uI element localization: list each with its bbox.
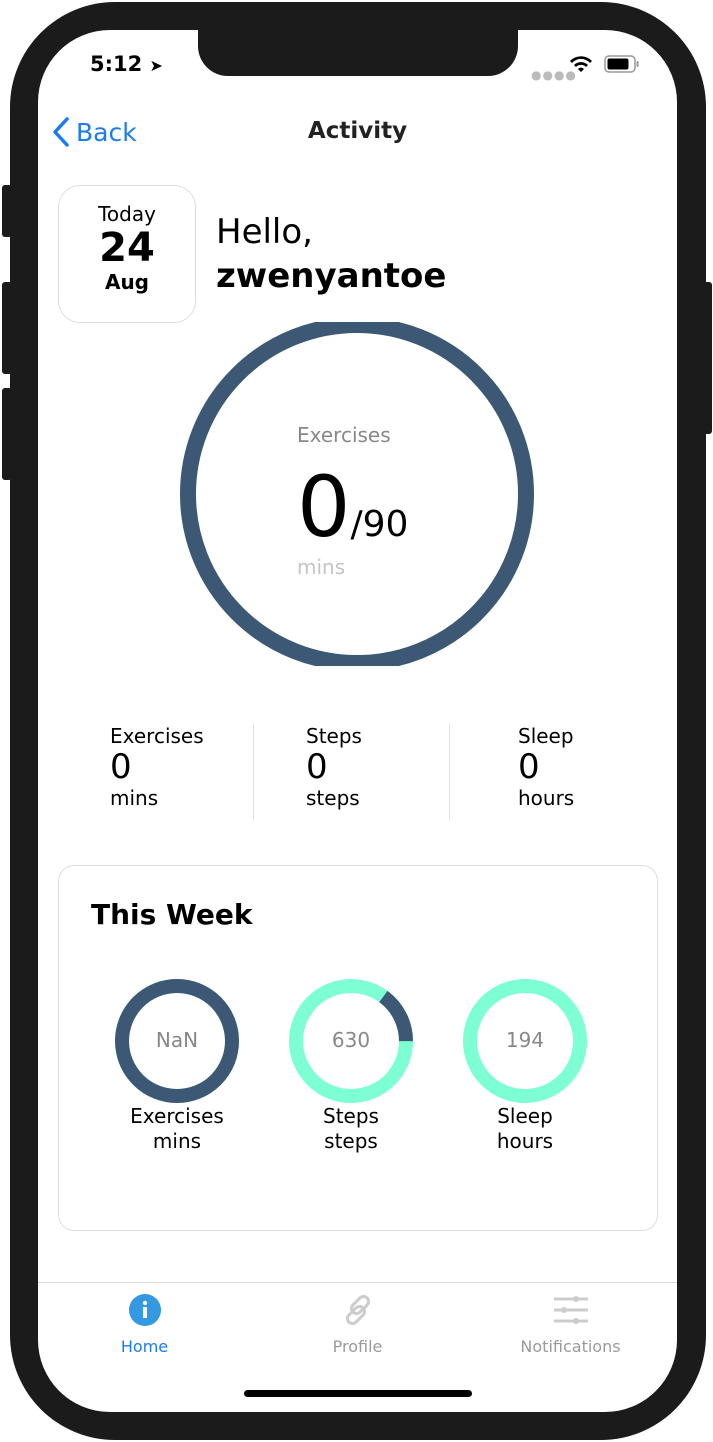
this-week-card: This Week NaN Exercises mins 630 Steps s… (58, 865, 658, 1231)
ring-value-group: 0 /90 (297, 462, 408, 552)
date-month: Aug (104, 270, 150, 294)
ring-caption: Exercises mins (97, 1104, 257, 1154)
ring-label: Sleep (497, 1104, 553, 1128)
tab-label: Notifications (520, 1337, 621, 1356)
home-indicator (244, 1390, 472, 1397)
stat-unit: steps (306, 786, 360, 810)
screen: 5:12 ➤ ●●●● Back Activity Today 24 Aug H… (38, 30, 677, 1412)
greeting-username: zwenyantoe (216, 256, 447, 296)
wifi-icon (570, 56, 592, 72)
greeting-hello: Hello, (216, 212, 313, 252)
date-label: Today (98, 202, 156, 226)
stat-steps: Steps 0 steps (306, 724, 502, 810)
ring-value: 194 (505, 1028, 545, 1052)
ring-caption: Sleep hours (445, 1104, 605, 1154)
ring-value: 0 (297, 458, 351, 556)
ring-unit: mins (152, 1129, 202, 1153)
divider (253, 724, 254, 820)
card-title: This Week (91, 898, 253, 931)
stat-value: 0 (518, 747, 540, 787)
ring-label: Steps (323, 1104, 379, 1128)
sliders-icon (553, 1296, 588, 1324)
ring-value: NaN (155, 1028, 199, 1052)
divider (449, 724, 450, 820)
ring-goal: /90 (350, 504, 409, 545)
tab-profile[interactable]: Profile (251, 1293, 464, 1356)
date-day: 24 (99, 225, 155, 271)
ring-unit: steps (324, 1129, 378, 1153)
stat-value: 0 (306, 747, 328, 787)
tab-label: Profile (332, 1337, 383, 1356)
date-card: Today 24 Aug (58, 185, 196, 323)
ring-unit: hours (496, 1129, 554, 1153)
tab-label: Home (120, 1337, 169, 1356)
stat-value: 0 (110, 747, 132, 787)
greeting: Hello, zwenyantoe (216, 210, 446, 298)
status-time: 5:12 ➤ (90, 52, 163, 76)
notch (198, 30, 518, 76)
ring-caption: Steps steps (271, 1104, 431, 1154)
stat-label: Exercises (110, 724, 204, 748)
ring-label: Exercises (130, 1104, 224, 1128)
ring-unit: mins (297, 555, 346, 579)
stat-unit: hours (518, 786, 575, 810)
ring-value: 630 (331, 1028, 371, 1052)
stat-sleep: Sleep 0 hours (518, 724, 677, 810)
tab-home[interactable]: Home (38, 1293, 251, 1356)
page-title: Activity (307, 118, 408, 144)
link-icon (345, 1294, 370, 1326)
tab-notifications[interactable]: Notifications (464, 1293, 677, 1356)
location-arrow-icon: ➤ (149, 56, 163, 75)
stat-unit: mins (110, 786, 159, 810)
stat-label: Sleep (518, 724, 574, 748)
stat-exercises: Exercises 0 mins (110, 724, 306, 810)
battery-icon (604, 55, 639, 73)
info-icon (128, 1294, 161, 1326)
stat-label: Steps (306, 724, 362, 748)
ring-label: Exercises (297, 423, 391, 447)
